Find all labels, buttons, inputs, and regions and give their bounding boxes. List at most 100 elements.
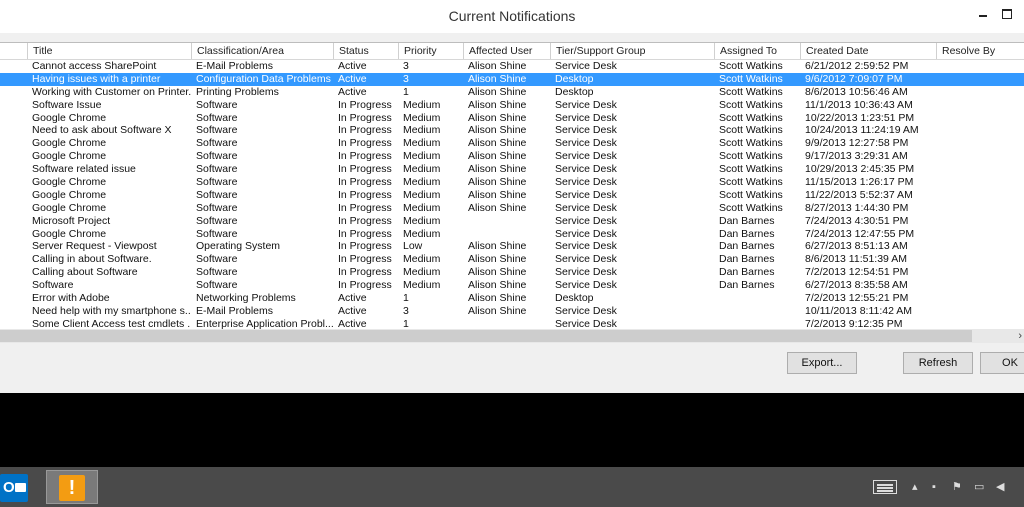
scrollbar-thumb[interactable] (0, 330, 972, 342)
table-row[interactable]: Need help with my smartphone s... E-Mail … (0, 305, 1024, 318)
table-row[interactable]: Need to ask about Software X Software In P… (0, 124, 1024, 137)
table-cell: Scott Watkins (719, 201, 783, 214)
table-cell: In Progress (338, 240, 392, 253)
table-row[interactable]: Google Chrome Software In Progress Medium Al… (0, 202, 1024, 215)
table-cell (0, 112, 27, 125)
column-header[interactable]: Resolve By (936, 43, 1024, 59)
keyboard-icon[interactable] (873, 480, 897, 494)
column-header[interactable]: Status (333, 43, 398, 59)
table-cell: Google Chrome (32, 137, 107, 150)
column-header[interactable]: Affected User (463, 43, 550, 59)
table-row[interactable]: Google Chrome Software In Progress Medium Al… (0, 137, 1024, 150)
network-icon[interactable]: ▪ (932, 479, 936, 495)
monitor-icon[interactable]: ▭ (974, 479, 984, 495)
table-cell: Scott Watkins (719, 163, 783, 176)
table-cell: Alison Shine (468, 176, 527, 189)
table-cell: Service Desk (555, 227, 617, 240)
table-row[interactable]: Calling in about Software. Software In Pro… (0, 253, 1024, 266)
table-cell: 9/6/2012 7:09:07 PM (805, 72, 903, 85)
table-cell: 1 (403, 292, 409, 305)
table-row[interactable]: Software Issue Software In Progress Medium A… (0, 99, 1024, 112)
table-row[interactable]: Microsoft Project Software In Progress Medi… (0, 215, 1024, 228)
table-cell: Alison Shine (468, 266, 527, 279)
table-cell (0, 99, 27, 112)
column-header[interactable]: Classification/Area (191, 43, 333, 59)
chevron-right-icon[interactable]: › (1018, 329, 1022, 343)
table-row[interactable]: Having issues with a printer Configuratio… (0, 72, 1024, 86)
table-cell: In Progress (338, 188, 392, 201)
table-cell: 6/27/2013 8:51:13 AM (805, 240, 908, 253)
minimize-icon[interactable] (972, 3, 994, 23)
column-header[interactable]: Title (27, 43, 191, 59)
table-cell: 10/11/2013 8:11:42 AM (805, 304, 913, 317)
table-row[interactable]: Server Request - Viewpost Operating Syste… (0, 240, 1024, 253)
table-cell: Active (338, 85, 367, 98)
table-row[interactable]: Software Software In Progress Medium Alison … (0, 279, 1024, 292)
table-cell: Alison Shine (468, 188, 527, 201)
table-cell: Alison Shine (468, 98, 527, 111)
speaker-icon[interactable]: ◀ (996, 479, 1004, 495)
table-cell: Configuration Data Problems (196, 72, 331, 85)
column-header[interactable]: Assigned To (714, 43, 800, 59)
outlook-taskbar-icon[interactable]: O (0, 474, 28, 502)
notifications-taskbar-button[interactable]: ! (46, 470, 98, 504)
table-cell: Scott Watkins (719, 124, 783, 137)
table-cell: Calling in about Software. (32, 253, 152, 266)
table-cell: Medium (403, 137, 441, 150)
table-cell (936, 305, 1024, 318)
table-cell: Medium (403, 150, 441, 163)
table-cell: Desktop (555, 72, 594, 85)
column-header[interactable] (0, 43, 27, 59)
table-row[interactable]: Google Chrome Software In Progress Medium Al… (0, 189, 1024, 202)
close-icon[interactable]: ✕ (1018, 3, 1024, 23)
table-cell: Service Desk (555, 201, 617, 214)
table-row[interactable]: Google Chrome Software In Progress Medium Se… (0, 228, 1024, 241)
table-cell (936, 163, 1024, 176)
table-row[interactable]: Software related issue Software In Progres… (0, 163, 1024, 176)
table-cell (936, 99, 1024, 112)
table-cell: Scott Watkins (719, 98, 783, 111)
table-cell: In Progress (338, 253, 392, 266)
table-row[interactable]: Calling about Software Software In Progres… (0, 266, 1024, 279)
table-cell: Networking Problems (196, 292, 296, 305)
maximize-icon[interactable] (996, 3, 1018, 23)
table-cell (0, 305, 27, 318)
table-cell: 8/27/2013 1:44:30 PM (805, 201, 909, 214)
table-cell (0, 279, 27, 292)
table-cell: In Progress (338, 176, 392, 189)
table-cell: Service Desk (555, 253, 617, 266)
table-row[interactable]: Google Chrome Software In Progress Medium Al… (0, 112, 1024, 125)
table-cell: 6/21/2012 2:59:52 PM (805, 60, 909, 72)
chevron-up-icon[interactable]: ▴ (912, 479, 918, 495)
table-cell (0, 253, 27, 266)
table-cell: Alison Shine (468, 201, 527, 214)
table-cell: Service Desk (555, 111, 617, 124)
table-cell: Software (196, 266, 238, 279)
horizontal-scrollbar[interactable]: › (0, 329, 1024, 343)
table-row[interactable]: Google Chrome Software In Progress Medium Al… (0, 176, 1024, 189)
ok-button[interactable]: OK (980, 352, 1024, 374)
title-bar[interactable]: Current Notifications ✕ (0, 0, 1024, 33)
table-cell: Alison Shine (468, 150, 527, 163)
table-cell: Medium (403, 253, 441, 266)
table-cell: Operating System (196, 240, 281, 253)
column-header[interactable]: Created Date (800, 43, 936, 59)
table-cell (936, 176, 1024, 189)
refresh-button[interactable]: Refresh (903, 352, 973, 374)
table-cell (936, 202, 1024, 215)
table-cell: Alison Shine (468, 72, 527, 85)
notifications-grid[interactable]: Title Classification/Area Status Priority Af… (0, 42, 1024, 343)
table-cell: Software (196, 201, 238, 214)
table-cell: Calling about Software (32, 266, 138, 279)
table-cell: Alison Shine (468, 60, 527, 72)
table-row[interactable]: Cannot access SharePoint E-Mail Problems A… (0, 60, 1024, 73)
table-row[interactable]: Google Chrome Software In Progress Medium Al… (0, 150, 1024, 163)
flag-icon[interactable]: ⚑ (952, 479, 962, 495)
table-row[interactable]: Error with Adobe Networking Problems Activ… (0, 292, 1024, 305)
table-cell: In Progress (338, 124, 392, 137)
column-header[interactable]: Priority (398, 43, 463, 59)
column-header[interactable]: Tier/Support Group (550, 43, 714, 59)
export-button[interactable]: Export... (787, 352, 857, 374)
table-row[interactable]: Working with Customer on Printer... Print… (0, 86, 1024, 99)
table-cell (936, 266, 1024, 279)
